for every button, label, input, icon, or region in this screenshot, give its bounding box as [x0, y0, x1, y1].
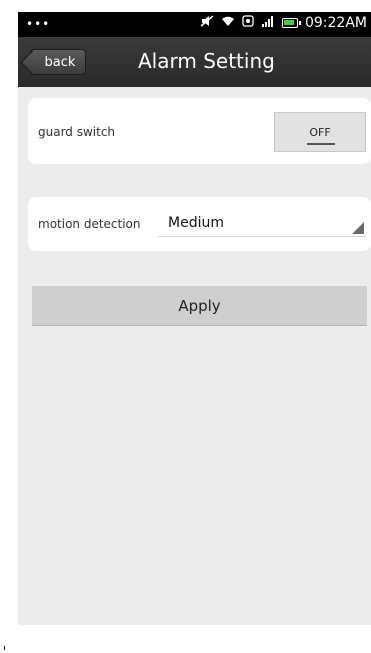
apply-button[interactable]: Apply — [32, 286, 367, 326]
back-label: back — [44, 55, 76, 70]
motion-sensitivity-select[interactable]: Medium — [158, 211, 366, 237]
notification-dots: ••• — [26, 17, 51, 31]
guard-switch-label: guard switch — [38, 125, 116, 139]
guard-toggle-button[interactable]: OFF — [274, 112, 366, 152]
status-icons: 09:22AM — [200, 15, 367, 31]
motion-detection-row: motion detection Medium — [28, 197, 371, 251]
title-bar: back Alarm Setting — [18, 37, 371, 87]
status-bar: ••• 09:22AM — [18, 12, 371, 37]
toggle-indicator — [307, 143, 335, 145]
motion-selected-value: Medium — [168, 215, 224, 231]
battery-icon — [281, 18, 301, 28]
motion-detection-label: motion detection — [38, 217, 141, 231]
status-time: 09:22AM — [304, 15, 367, 31]
dropdown-arrow-icon — [352, 222, 364, 234]
page-title: Alarm Setting — [138, 49, 275, 73]
sync-icon — [242, 15, 254, 31]
edge-mark — [4, 646, 5, 650]
back-button[interactable]: back — [30, 49, 86, 75]
guard-toggle-value: OFF — [309, 126, 331, 139]
guard-switch-row: guard switch OFF — [28, 98, 371, 164]
signal-icon — [261, 15, 275, 31]
mute-icon — [200, 15, 214, 31]
wifi-icon — [221, 15, 235, 31]
phone-screen: ••• 09:22AM back Alarm Setting guard swi… — [18, 12, 371, 625]
